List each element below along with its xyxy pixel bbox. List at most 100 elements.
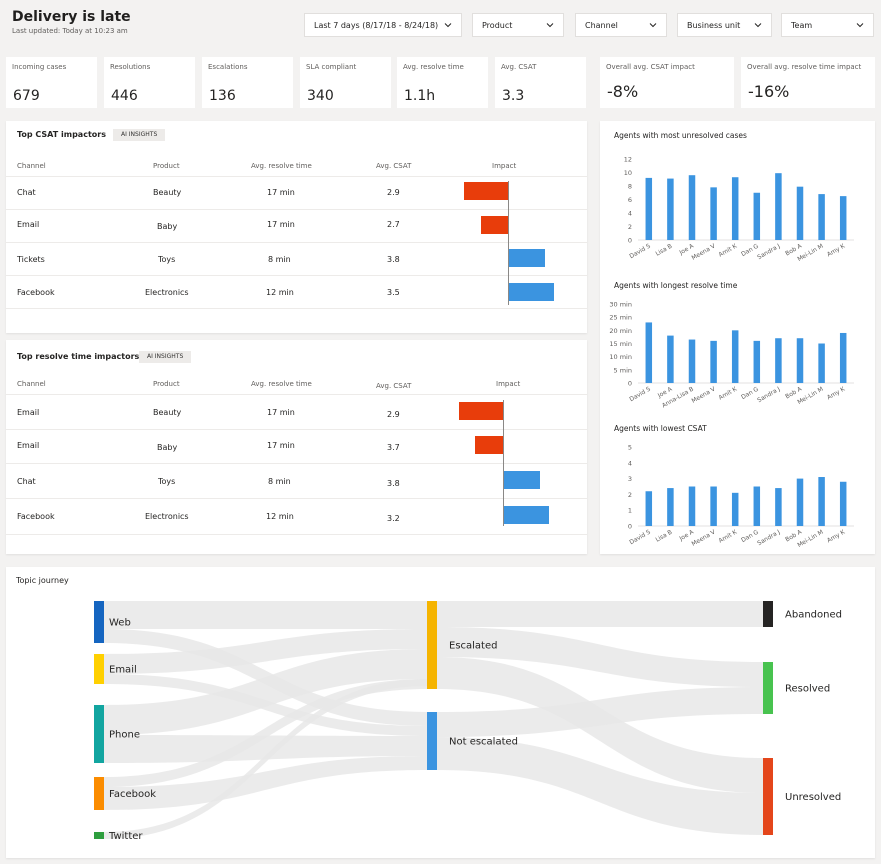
impact-bar[interactable] (509, 249, 545, 267)
y-tick-label: 25 min (609, 314, 632, 322)
stage-escalated-node[interactable] (427, 601, 437, 689)
chart-bar (839, 196, 847, 240)
cell-channel: Chat (17, 477, 36, 486)
outcome-abandoned-node[interactable] (763, 601, 773, 627)
flow-escalated-abandoned[interactable] (437, 601, 763, 627)
y-tick-label: 0 (628, 380, 632, 388)
kpi-avg-resolve-time[interactable]: Avg. resolve time 1.1h (397, 57, 488, 108)
ai-insights-badge[interactable]: AI INSIGHTS (139, 351, 192, 363)
agent-charts-card: Agents with most unresolved cases 0 2 4 6 8 10… (600, 121, 875, 554)
team-filter-label: Team (791, 20, 813, 30)
chart-bar (796, 186, 804, 240)
source-facebook-label: Facebook (109, 789, 156, 800)
channel-filter[interactable]: Channel (575, 13, 667, 37)
kpi-resolutions[interactable]: Resolutions 446 (104, 57, 195, 108)
cell-product: Electronics (145, 512, 189, 521)
cell-time: 8 min (268, 255, 291, 264)
x-tick-label: Amy K (826, 242, 847, 258)
product-filter[interactable]: Product (472, 13, 564, 37)
kpi-overall-csat-impact[interactable]: Overall avg. CSAT impact -8% (600, 57, 734, 108)
impact-bar[interactable] (475, 436, 503, 454)
kpi-incoming-cases[interactable]: Incoming cases 679 (6, 57, 97, 108)
chart-bar (775, 338, 782, 383)
divider (6, 429, 587, 430)
impact-bar[interactable] (509, 283, 554, 301)
topic-journey-sankey: Web Email Phone Facebook Twitter Escalated Not… (94, 601, 842, 842)
source-web-node[interactable] (94, 601, 104, 643)
x-tick-label: Amit K (718, 528, 740, 545)
chevron-down-icon (856, 23, 864, 28)
source-facebook-node[interactable] (94, 777, 104, 810)
kpi-sla-compliant[interactable]: SLA compliant 340 (300, 57, 391, 108)
divider (6, 534, 587, 535)
kpi-avg-csat[interactable]: Avg. CSAT 3.3 (495, 57, 586, 108)
flow-web-escalated[interactable] (104, 601, 427, 629)
y-tick-label: 3 (628, 475, 632, 483)
cell-time: 17 min (267, 188, 295, 197)
cell-time: 17 min (267, 220, 295, 229)
chart-bar (775, 173, 782, 240)
kpi-escalations[interactable]: Escalations 136 (202, 57, 293, 108)
outcome-unresolved-label: Unresolved (785, 792, 841, 803)
chart-bar (753, 192, 761, 240)
x-tick-label: Sandra J (756, 529, 781, 548)
date-range-filter[interactable]: Last 7 days (8/17/18 - 8/24/18) (304, 13, 462, 37)
impact-bar[interactable] (464, 182, 508, 200)
y-tick-label: 15 min (609, 340, 632, 348)
column-header: Product (153, 380, 180, 388)
channel-filter-label: Channel (585, 20, 618, 30)
x-tick-label: Sandra J (756, 386, 781, 405)
cell-product: Baby (157, 222, 178, 231)
y-tick-label: 10 min (609, 353, 632, 361)
y-tick-label: 0 (628, 523, 632, 531)
topic-journey-card: Topic journey Web Email Phone Facebook Twitt… (6, 567, 875, 858)
column-header: Avg. resolve time (251, 162, 312, 170)
last-updated: Last updated: Today at 10:23 am (12, 27, 128, 35)
source-phone-node[interactable] (94, 705, 104, 763)
y-tick-label: 1 (628, 507, 632, 515)
cell-product: Beauty (153, 408, 182, 417)
business-unit-filter[interactable]: Business unit (677, 13, 772, 37)
chart-title: Agents with most unresolved cases (614, 131, 747, 140)
outcome-unresolved-node[interactable] (763, 758, 773, 835)
ai-insights-badge[interactable]: AI INSIGHTS (113, 129, 166, 141)
source-twitter-node[interactable] (94, 832, 104, 839)
team-filter[interactable]: Team (781, 13, 874, 37)
y-tick-label: 2 (628, 223, 632, 231)
cell-channel: Tickets (17, 255, 45, 264)
cell-time: 12 min (266, 512, 294, 521)
cell-channel: Facebook (17, 512, 55, 521)
date-range-label: Last 7 days (8/17/18 - 8/24/18) (314, 20, 439, 30)
cell-csat: 2.7 (387, 220, 400, 229)
chart-bar (667, 178, 674, 240)
chart-bar (667, 488, 674, 526)
cell-product: Beauty (153, 188, 182, 197)
kpi-overall-resolve-impact[interactable]: Overall avg. resolve time impact -16% (741, 57, 875, 108)
resolve-impactors-card: Top resolve time impactors AI INSIGHTS C… (6, 340, 587, 554)
outcome-resolved-node[interactable] (763, 662, 773, 714)
y-tick-label: 6 (628, 196, 632, 204)
impact-bar[interactable] (504, 506, 549, 524)
page-title: Delivery is late (12, 9, 131, 25)
chart-bar (667, 335, 674, 383)
chart-bar (688, 175, 696, 240)
source-email-node[interactable] (94, 654, 104, 684)
impact-bar[interactable] (459, 402, 503, 420)
chart-bar (731, 492, 739, 526)
chart-bar (818, 194, 825, 240)
impact-bar[interactable] (504, 471, 540, 489)
cell-csat: 3.8 (387, 255, 400, 264)
business-unit-filter-label: Business unit (687, 20, 741, 30)
stage-not-escalated-node[interactable] (427, 712, 437, 770)
impact-bar[interactable] (481, 216, 508, 234)
card-title: Top resolve time impactors (17, 352, 140, 361)
chart-bar (818, 477, 825, 526)
cell-time: 8 min (268, 477, 291, 486)
outcome-abandoned-label: Abandoned (785, 610, 842, 621)
y-tick-label: 10 (624, 169, 632, 177)
cell-channel: Email (17, 408, 40, 417)
divider (6, 176, 587, 177)
cell-csat: 2.9 (387, 188, 400, 197)
kpi-value: 136 (209, 88, 236, 104)
kpi-value: -8% (607, 82, 639, 101)
